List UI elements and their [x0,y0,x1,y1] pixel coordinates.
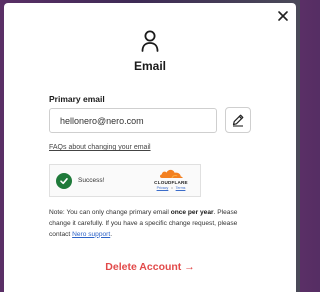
change-note: Note: You can only change primary email … [49,208,257,240]
dialog-title: Email [133,59,166,73]
close-icon[interactable] [276,9,290,23]
user-icon [141,30,159,52]
delete-account-button[interactable]: Delete Account → [4,261,296,273]
note-prefix: Note: You can only change primary email [49,209,171,216]
cloudflare-links: Privacy • Terms [157,186,186,190]
cloudflare-brand: CLOUDFLARE [154,180,188,185]
check-icon [56,172,72,189]
faq-link[interactable]: FAQs about changing your email [49,144,151,151]
edit-email-button[interactable] [225,107,251,133]
captcha-widget: Success! CLOUDFLARE Privacy • Terms [49,164,201,197]
note-suffix: . [110,230,113,238]
cloudflare-cloud-icon [158,168,184,179]
note-emphasis: once per year [170,209,214,216]
nero-support-link[interactable]: Nero support [72,231,110,238]
primary-email-field[interactable]: hellonero@nero.com [49,108,217,133]
email-dialog: Email Primary email hellonero@nero.com F… [4,3,296,292]
link-separator: • [171,186,173,190]
privacy-link[interactable]: Privacy [157,186,169,190]
primary-email-label: Primary email [49,94,105,104]
cloudflare-logo: CLOUDFLARE Privacy • Terms [148,168,194,194]
captcha-status: Success! [78,177,105,184]
terms-link[interactable]: Terms [176,186,186,190]
pencil-icon [231,113,245,127]
primary-email-value: hellonero@nero.com [60,115,144,126]
